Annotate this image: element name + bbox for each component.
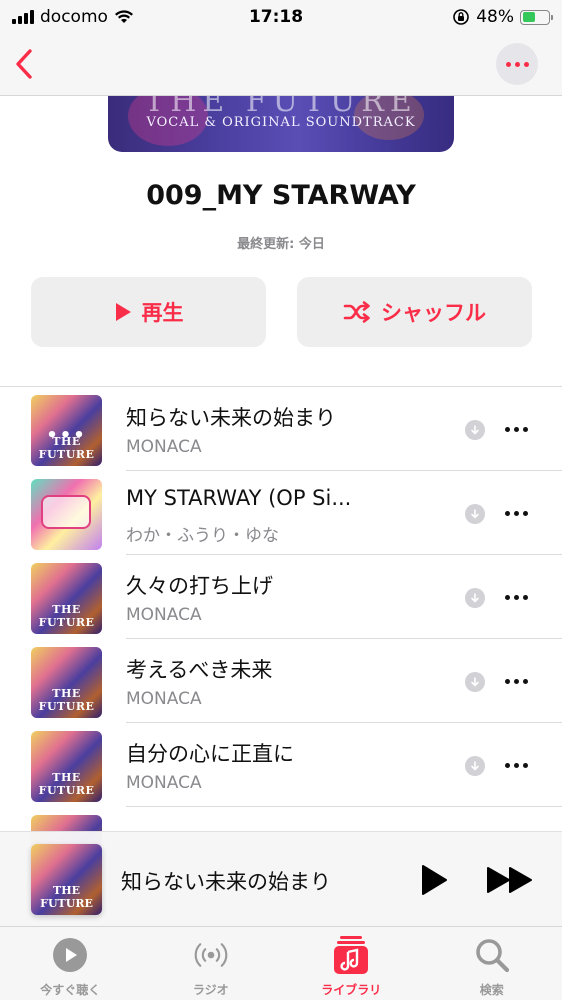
orientation-lock-icon <box>453 9 470 25</box>
downloaded-icon <box>465 504 485 524</box>
tab-library[interactable]: ライブラリ <box>281 927 422 1000</box>
play-button[interactable]: 再生 <box>31 277 266 347</box>
tab-label: ラジオ <box>192 983 229 997</box>
battery-percent: 48% <box>476 7 514 27</box>
ellipsis-icon <box>505 61 511 67</box>
status-right: 48% <box>380 7 553 27</box>
more-options-button[interactable] <box>496 43 538 85</box>
track-artwork: THE FUTURE <box>31 731 102 802</box>
music-library-icon <box>332 936 370 974</box>
search-icon <box>473 937 511 973</box>
downloaded-icon <box>465 588 485 608</box>
radio-waves-icon <box>192 937 230 973</box>
track-artwork: THE FUTURE <box>31 563 102 634</box>
tab-bar: 今すぐ聴く ラジオ ライブラリ 検索 <box>0 926 562 1000</box>
track-artwork <box>31 479 102 550</box>
track-list: ••• THE FUTURE 知らない未来の始まり MONACA MY STAR… <box>0 386 562 891</box>
tab-label: 検索 <box>479 983 504 997</box>
cover-text: THE FUTURE <box>40 884 93 910</box>
track-row[interactable]: MY STARWAY (OP Si... わか・ふうり・ゆな <box>0 471 562 555</box>
track-artwork: THE FUTURE <box>31 647 102 718</box>
skip-forward-icon[interactable] <box>486 866 534 894</box>
tab-label: 今すぐ聴く <box>40 983 101 997</box>
track-more-button[interactable] <box>505 763 528 768</box>
cover-text: THE FUTURE <box>38 687 95 713</box>
track-row[interactable]: THE FUTURE 自分の心に正直に MONACA <box>0 723 562 807</box>
cover-text: THE FUTURE <box>38 435 95 461</box>
mini-player[interactable]: THE FUTURE 知らない未来の始まり <box>0 831 562 926</box>
track-more-button[interactable] <box>505 679 528 684</box>
signal-icon <box>12 10 34 24</box>
last-updated: 最終更新: 今日 <box>237 237 325 252</box>
play-icon <box>115 303 131 321</box>
track-artist: MONACA <box>126 605 202 625</box>
track-row[interactable]: ••• THE FUTURE 知らない未来の始まり MONACA <box>0 387 562 471</box>
tab-radio[interactable]: ラジオ <box>141 927 282 1000</box>
tab-search[interactable]: 検索 <box>422 927 562 1000</box>
track-artist: MONACA <box>126 773 202 793</box>
now-playing-artwork: THE FUTURE <box>31 844 102 915</box>
downloaded-icon <box>465 672 485 692</box>
track-title: 久々の打ち上げ <box>126 574 273 598</box>
ellipsis-dot <box>514 61 520 67</box>
downloaded-icon <box>465 756 485 776</box>
shuffle-button[interactable]: シャッフル <box>297 277 532 347</box>
status-bar: docomo 17:18 48% <box>0 0 562 34</box>
album-logo <box>41 495 91 529</box>
play-button-label: 再生 <box>141 301 184 325</box>
battery-fill <box>522 12 535 22</box>
play-icon[interactable] <box>420 864 448 896</box>
shuffle-icon <box>343 301 370 323</box>
track-row[interactable]: THE FUTURE 久々の打ち上げ MONACA <box>0 555 562 639</box>
track-artwork: ••• THE FUTURE <box>31 395 102 466</box>
now-playing-title: 知らない未来の始まり <box>121 870 331 894</box>
track-title: 知らない未来の始まり <box>126 406 336 430</box>
track-artist: MONACA <box>126 689 202 709</box>
ellipsis-dot <box>523 61 529 67</box>
shuffle-button-label: シャッフル <box>381 301 486 325</box>
track-more-button[interactable] <box>505 427 528 432</box>
play-circle-icon <box>51 937 89 973</box>
carrier-name: docomo <box>40 7 108 27</box>
artwork-subtitle-text: VOCAL & ORIGINAL SOUNDTRACK <box>146 115 416 130</box>
track-more-button[interactable] <box>505 511 528 516</box>
playlist-artwork: THE FUTURE VOCAL & ORIGINAL SOUNDTRACK <box>108 96 454 152</box>
status-time: 17:18 <box>248 7 304 27</box>
track-more-button[interactable] <box>505 595 528 600</box>
downloaded-icon <box>465 420 485 440</box>
chevron-left-icon <box>16 49 32 79</box>
battery-icon <box>520 9 553 25</box>
track-artist: MONACA <box>126 437 202 457</box>
cover-text: THE FUTURE <box>38 771 95 797</box>
track-row[interactable]: THE FUTURE 考えるべき未来 MONACA <box>0 639 562 723</box>
back-button[interactable] <box>10 46 38 82</box>
navigation-bar <box>0 34 562 96</box>
cover-text: THE FUTURE <box>38 603 95 629</box>
track-artist: わか・ふうり・ゆな <box>126 526 279 546</box>
tab-label: ライブラリ <box>321 983 382 997</box>
track-title: 自分の心に正直に <box>126 742 294 766</box>
track-title: MY STARWAY (OP Si... <box>126 486 352 510</box>
tab-listen-now[interactable]: 今すぐ聴く <box>0 927 141 1000</box>
wifi-icon <box>114 10 133 23</box>
playlist-title: 009_MY STARWAY <box>146 180 416 211</box>
track-title: 考えるべき未来 <box>126 658 273 682</box>
